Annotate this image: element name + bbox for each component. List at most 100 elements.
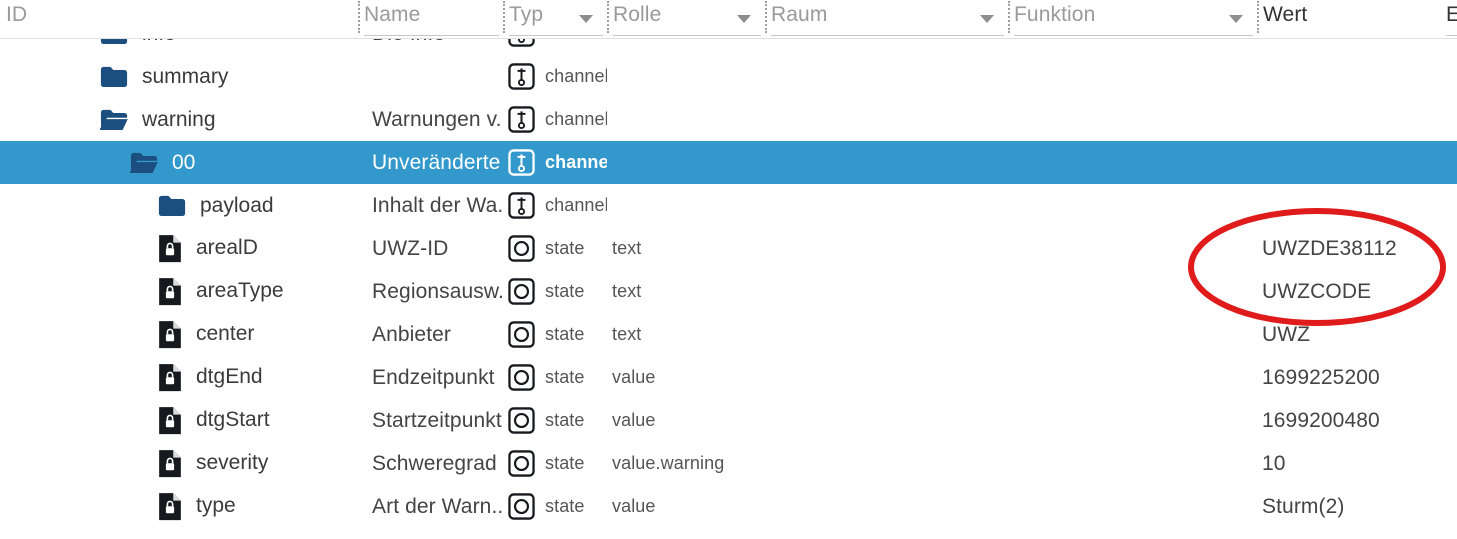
cell-name[interactable]: Art der Warn... xyxy=(372,485,502,528)
cell-room[interactable] xyxy=(769,38,1008,55)
cell-room[interactable] xyxy=(769,313,1008,356)
cell-function[interactable] xyxy=(1012,184,1257,227)
cell-function[interactable] xyxy=(1012,485,1257,528)
cell-type[interactable]: state xyxy=(508,442,607,485)
cell-type[interactable]: state xyxy=(508,356,607,399)
cell-function[interactable] xyxy=(1012,227,1257,270)
chevron-down-icon-typ[interactable] xyxy=(579,15,593,23)
column-header-raum[interactable]: Raum xyxy=(765,0,1008,38)
cell-type[interactable]: state xyxy=(508,270,607,313)
column-header-funktion[interactable]: Funktion xyxy=(1008,0,1257,38)
cell-name[interactable]: Die Info xyxy=(372,38,502,55)
cell-name[interactable]: Endzeitpunkt ... xyxy=(372,356,502,399)
cell-function[interactable] xyxy=(1012,313,1257,356)
cell-value[interactable] xyxy=(1262,55,1457,98)
cell-role[interactable] xyxy=(612,141,765,184)
table-row[interactable]: infoDie Info xyxy=(0,38,1457,55)
cell-function[interactable] xyxy=(1012,98,1257,141)
column-header-rolle[interactable]: Rolle xyxy=(607,0,765,38)
cell-type[interactable] xyxy=(508,38,607,55)
column-header-id[interactable]: ID xyxy=(0,0,358,38)
cell-name[interactable]: Warnungen v... xyxy=(372,98,502,141)
cell-role[interactable] xyxy=(612,184,765,227)
cell-id[interactable]: warning xyxy=(0,98,358,141)
column-divider-raum[interactable] xyxy=(765,1,767,33)
cell-value[interactable] xyxy=(1262,184,1457,227)
cell-name[interactable]: Regionsausw... xyxy=(372,270,502,313)
table-body[interactable]: infoDie Infosummary channel warning Warnung… xyxy=(0,38,1457,539)
table-row[interactable]: dtgStartStartzeitpunkt...statevalue16992… xyxy=(0,399,1457,442)
cell-function[interactable] xyxy=(1012,55,1257,98)
cell-role[interactable] xyxy=(612,55,765,98)
cell-name[interactable]: Inhalt der Wa... xyxy=(372,184,502,227)
cell-role[interactable]: value xyxy=(612,356,765,399)
table-row[interactable]: arealDUWZ-IDstatetextUWZDE38112 xyxy=(0,227,1457,270)
cell-role[interactable]: value xyxy=(612,485,765,528)
cell-value[interactable]: Sturm(2) xyxy=(1262,485,1457,528)
column-header-extra[interactable]: E xyxy=(1440,0,1457,38)
cell-room[interactable] xyxy=(769,55,1008,98)
cell-id[interactable]: payload xyxy=(0,184,358,227)
cell-function[interactable] xyxy=(1012,399,1257,442)
cell-role[interactable]: text xyxy=(612,270,765,313)
cell-role[interactable] xyxy=(612,98,765,141)
cell-room[interactable] xyxy=(769,141,1008,184)
cell-value[interactable]: 1699225200 xyxy=(1262,356,1457,399)
cell-role[interactable]: value xyxy=(612,399,765,442)
cell-name[interactable]: Anbieter xyxy=(372,313,502,356)
table-row[interactable]: severitySchweregrad ...statevalue.warnin… xyxy=(0,442,1457,485)
cell-room[interactable] xyxy=(769,356,1008,399)
cell-id[interactable]: areaType xyxy=(0,270,358,313)
cell-value[interactable] xyxy=(1262,141,1457,184)
cell-role[interactable]: text xyxy=(612,227,765,270)
column-divider-typ[interactable] xyxy=(503,1,505,33)
cell-role[interactable]: value.warning xyxy=(612,442,765,485)
cell-value[interactable]: 1699200480 xyxy=(1262,399,1457,442)
column-header-wert[interactable]: Wert xyxy=(1257,0,1447,38)
cell-id[interactable]: severity xyxy=(0,442,358,485)
cell-room[interactable] xyxy=(769,485,1008,528)
cell-id[interactable]: 00 xyxy=(0,141,358,184)
table-row[interactable]: 00 Unveränderte...channel xyxy=(0,141,1457,184)
cell-function[interactable] xyxy=(1012,442,1257,485)
cell-type[interactable]: state xyxy=(508,313,607,356)
chevron-down-icon-raum[interactable] xyxy=(980,15,994,23)
cell-room[interactable] xyxy=(769,270,1008,313)
column-divider-rolle[interactable] xyxy=(607,1,609,33)
column-header-name[interactable]: Name xyxy=(358,0,503,38)
table-row[interactable]: areaType Regionsausw...statetext UWZCODE xyxy=(0,270,1457,313)
column-divider-wert[interactable] xyxy=(1257,1,1259,33)
cell-role[interactable]: text xyxy=(612,313,765,356)
table-row[interactable]: payload Inhalt der Wa...channel xyxy=(0,184,1457,227)
cell-value[interactable]: UWZCODE xyxy=(1262,270,1457,313)
cell-function[interactable] xyxy=(1012,270,1257,313)
cell-value[interactable] xyxy=(1262,38,1457,55)
cell-room[interactable] xyxy=(769,227,1008,270)
cell-name[interactable]: Startzeitpunkt... xyxy=(372,399,502,442)
table-row[interactable]: summary channel xyxy=(0,55,1457,98)
cell-room[interactable] xyxy=(769,98,1008,141)
cell-type[interactable]: state xyxy=(508,227,607,270)
cell-room[interactable] xyxy=(769,184,1008,227)
cell-value[interactable]: 10 xyxy=(1262,442,1457,485)
cell-type[interactable]: channel xyxy=(508,141,607,184)
cell-type[interactable]: channel xyxy=(508,55,607,98)
cell-id[interactable]: summary xyxy=(0,55,358,98)
cell-value[interactable] xyxy=(1262,98,1457,141)
cell-id[interactable]: type xyxy=(0,485,358,528)
table-row[interactable]: centerAnbieterstatetextUWZ xyxy=(0,313,1457,356)
column-divider-funktion[interactable] xyxy=(1008,1,1010,33)
cell-room[interactable] xyxy=(769,442,1008,485)
column-divider-name[interactable] xyxy=(358,1,360,33)
cell-name[interactable]: Unveränderte... xyxy=(372,141,502,184)
cell-id[interactable]: dtgStart xyxy=(0,399,358,442)
table-row[interactable]: dtgEnd Endzeitpunkt ...statevalue 16992252… xyxy=(0,356,1457,399)
cell-name[interactable] xyxy=(372,55,502,98)
cell-function[interactable] xyxy=(1012,141,1257,184)
chevron-down-icon-funktion[interactable] xyxy=(1229,15,1243,23)
cell-id[interactable]: dtgEnd xyxy=(0,356,358,399)
cell-function[interactable] xyxy=(1012,38,1257,55)
table-row[interactable]: typeArt der Warn...statevalueSturm(2) xyxy=(0,485,1457,528)
cell-role[interactable] xyxy=(612,38,765,55)
cell-type[interactable]: channel xyxy=(508,184,607,227)
